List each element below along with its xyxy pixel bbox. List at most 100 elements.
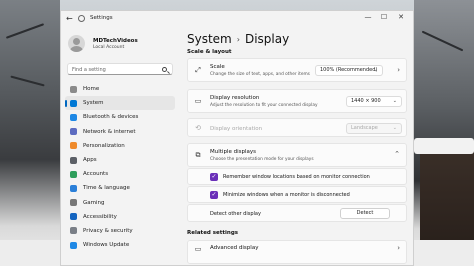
resolution-title: Display resolution: [210, 95, 260, 101]
resolution-dropdown[interactable]: 1440 × 900 ⌄: [346, 96, 402, 107]
sidebar-item-personalization[interactable]: Personalization: [65, 139, 175, 153]
profile-account-type: Local Account: [93, 45, 125, 50]
sidebar-item-accounts[interactable]: Accounts: [65, 167, 175, 181]
minimize-windows-row[interactable]: ✓ Minimize windows when a monitor is dis…: [187, 186, 407, 203]
orientation-icon: ⟲: [195, 124, 201, 132]
chevron-right-icon: ›: [236, 35, 240, 44]
system-icon: [70, 99, 77, 107]
background-cabin: [420, 150, 474, 240]
shield-icon: [70, 227, 77, 235]
resolution-dropdown-value: 1440 × 900: [351, 98, 381, 104]
sidebar-item-label: Accounts: [83, 171, 109, 178]
display-orientation-card: ⟲ Display orientation Landscape ⌄: [187, 118, 407, 137]
minimize-button[interactable]: —: [361, 13, 375, 21]
sidebar-item-label: System: [83, 100, 104, 107]
orientation-title: Display orientation: [210, 126, 263, 132]
resolution-subtitle: Adjust the resolution to fit your connec…: [210, 103, 318, 108]
chevron-up-icon[interactable]: ⌃: [394, 150, 400, 158]
multiple-displays-subtitle: Choose the presentation mode for your di…: [210, 157, 314, 162]
background-cabin-roof: [414, 138, 474, 154]
scale-title: Scale: [210, 64, 225, 70]
personalization-icon: [70, 142, 77, 150]
checkbox-checked-icon[interactable]: ✓: [210, 173, 218, 181]
sidebar-item-label: Network & internet: [83, 128, 136, 135]
minimize-windows-label: Minimize windows when a monitor is disco…: [223, 192, 350, 198]
background-left-trees: [0, 0, 60, 266]
search-input[interactable]: Find a setting: [67, 63, 173, 75]
network-icon: [70, 128, 77, 136]
window-title: Settings: [90, 15, 113, 21]
sidebar-item-home[interactable]: Home: [65, 82, 175, 96]
display-resolution-card[interactable]: ▭ Display resolution Adjust the resoluti…: [187, 89, 407, 113]
advanced-display-icon: ▭: [194, 245, 202, 253]
profile-name: MDTechVideos: [93, 38, 138, 44]
sidebar-item-label: Privacy & security: [83, 227, 133, 234]
sidebar-item-privacy-security[interactable]: Privacy & security: [65, 224, 175, 238]
title-bar: ← Settings — ☐ ✕: [61, 11, 413, 27]
remember-window-locations-row[interactable]: ✓ Remember window locations based on mon…: [187, 168, 407, 185]
multiple-displays-card[interactable]: ⧉ Multiple displays Choose the presentat…: [187, 143, 407, 167]
search-placeholder: Find a setting: [72, 66, 106, 73]
breadcrumb: System › Display: [187, 32, 289, 46]
sidebar-item-gaming[interactable]: Gaming: [65, 196, 175, 210]
windows-update-icon: [70, 241, 77, 249]
scale-dropdown-value: 100% (Recommended): [320, 67, 378, 73]
sidebar-item-label: Bluetooth & devices: [83, 114, 139, 121]
avatar[interactable]: [68, 35, 85, 52]
scale-subtitle: Change the size of text, apps, and other…: [210, 72, 310, 77]
detect-other-display-label: Detect other display: [210, 211, 261, 217]
chevron-right-icon[interactable]: ›: [397, 244, 400, 252]
avatar-body-shape: [70, 46, 83, 52]
home-icon: [70, 85, 77, 93]
detect-button[interactable]: Detect: [340, 208, 390, 219]
sidebar-item-time-language[interactable]: Time & language: [65, 181, 175, 195]
checkbox-checked-icon[interactable]: ✓: [210, 191, 218, 199]
sidebar-item-label: Home: [83, 86, 100, 93]
accounts-icon: [70, 170, 77, 178]
gaming-icon: [70, 199, 77, 207]
search-icon[interactable]: [162, 66, 167, 72]
close-button[interactable]: ✕: [394, 13, 408, 21]
sidebar-nav: Home System Bluetooth & devices Network & i…: [65, 82, 175, 252]
settings-window: ← Settings — ☐ ✕ MDTechVideos Local Acco…: [60, 10, 414, 266]
advanced-display-title: Advanced display: [210, 245, 259, 251]
settings-app-icon: [78, 15, 85, 22]
sidebar-item-accessibility[interactable]: Accessibility: [65, 210, 175, 224]
scale-dropdown[interactable]: 100% (Recommended) ⌄: [315, 65, 383, 76]
chevron-right-icon[interactable]: ›: [397, 66, 400, 74]
multiple-displays-icon: ⧉: [195, 151, 201, 159]
sidebar-item-apps[interactable]: Apps: [65, 153, 175, 167]
chevron-down-icon: ⌄: [373, 67, 378, 73]
scale-setting-card[interactable]: ⤢ Scale Change the size of text, apps, a…: [187, 58, 407, 82]
apps-icon: [70, 156, 77, 164]
sidebar-item-system[interactable]: System: [65, 96, 175, 111]
sidebar-item-windows-update[interactable]: Windows Update: [65, 238, 175, 252]
detect-other-display-row: Detect other display Detect: [187, 204, 407, 222]
avatar-head-shape: [73, 38, 80, 45]
chevron-down-icon: ⌄: [392, 125, 397, 131]
orientation-dropdown: Landscape ⌄: [346, 123, 402, 134]
time-language-icon: [70, 184, 77, 192]
remember-window-locations-label: Remember window locations based on monit…: [223, 174, 370, 180]
resolution-icon: ▭: [194, 97, 202, 105]
page-title: Display: [244, 32, 290, 46]
chevron-down-icon: ⌄: [392, 98, 397, 104]
bluetooth-icon: [70, 113, 77, 121]
section-heading-related-settings: Related settings: [187, 230, 239, 236]
advanced-display-card[interactable]: ▭ Advanced display ›: [187, 240, 407, 264]
sidebar-item-label: Time & language: [83, 185, 130, 192]
sidebar-item-label: Accessibility: [83, 213, 117, 220]
scale-icon: ⤢: [195, 66, 201, 74]
sidebar-item-bluetooth-devices[interactable]: Bluetooth & devices: [65, 110, 175, 124]
sidebar-item-label: Personalization: [83, 142, 125, 149]
back-arrow-icon[interactable]: ←: [66, 14, 73, 23]
accessibility-icon: [70, 213, 77, 221]
breadcrumb-system[interactable]: System: [187, 32, 232, 46]
sidebar-item-network-internet[interactable]: Network & internet: [65, 125, 175, 139]
orientation-dropdown-value: Landscape: [351, 125, 378, 131]
sidebar-item-label: Gaming: [83, 199, 105, 206]
sidebar-item-label: Apps: [83, 157, 97, 164]
maximize-button[interactable]: ☐: [377, 13, 391, 21]
sidebar-item-label: Windows Update: [83, 242, 130, 249]
section-heading-scale-layout: Scale & layout: [187, 49, 232, 55]
